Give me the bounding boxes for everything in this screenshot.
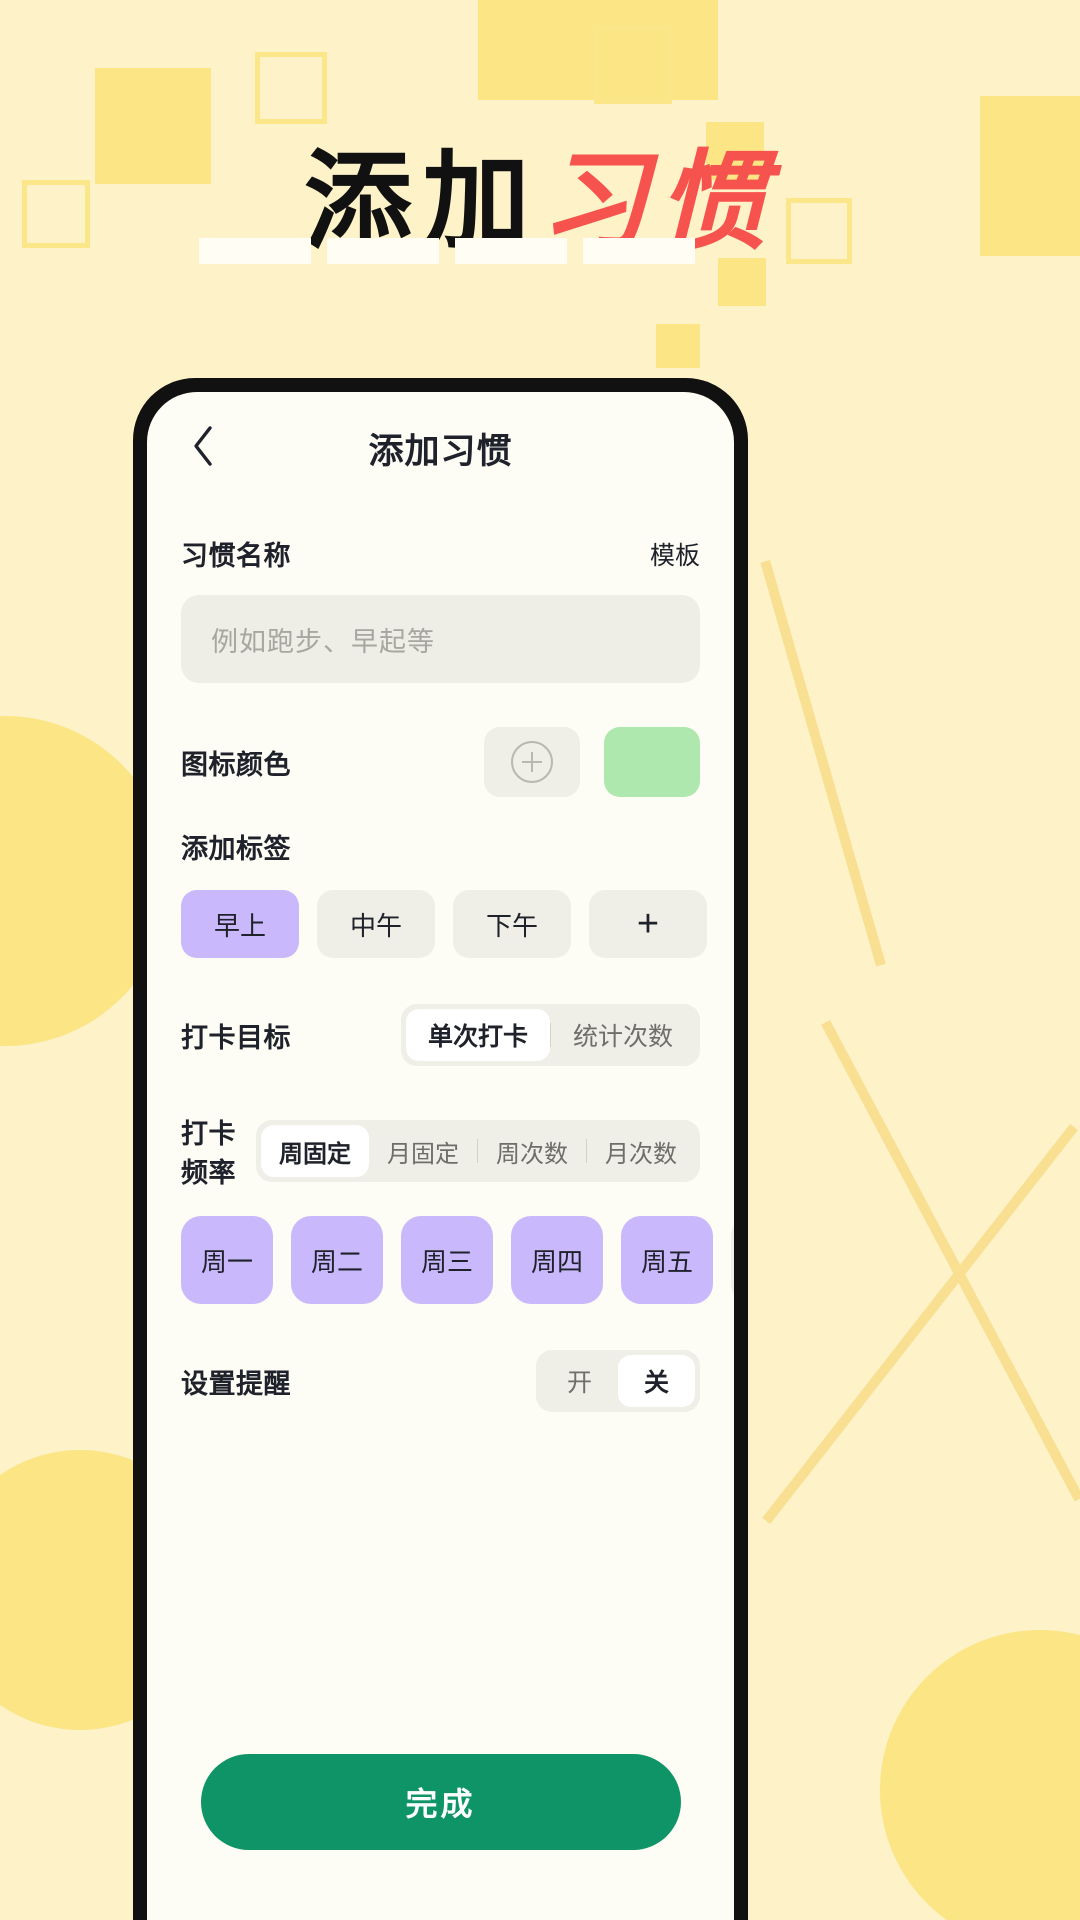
color-swatch-button[interactable] <box>604 727 700 797</box>
habit-name-input[interactable]: 例如跑步、早起等 <box>181 595 700 683</box>
reminder-label: 设置提醒 <box>181 1368 291 1399</box>
headline-underline <box>199 238 311 264</box>
deco-line <box>762 1123 1078 1525</box>
submit-button[interactable]: 完成 <box>200 1754 681 1850</box>
frequency-option-month-fixed[interactable]: 月固定 <box>369 1125 477 1177</box>
tags-label: 添加标签 <box>181 834 291 864</box>
weekday-chip[interactable]: 周一 <box>181 1216 273 1304</box>
deco-square <box>656 324 700 368</box>
add-tag-button[interactable]: + <box>589 890 707 958</box>
deco-square <box>718 258 766 306</box>
tag-chip[interactable]: 下午 <box>453 890 571 958</box>
reminder-row: 设置提醒 开 关 <box>181 1350 700 1412</box>
headline-underline <box>583 238 695 264</box>
tag-chip[interactable]: 中午 <box>317 890 435 958</box>
page-title: 添加习惯 <box>368 431 513 471</box>
icon-color-controls <box>484 727 700 797</box>
weekday-chip[interactable]: 周五 <box>621 1216 713 1304</box>
icon-color-row: 图标颜色 <box>181 727 700 797</box>
deco-circle <box>880 1630 1080 1920</box>
weekday-chip[interactable]: 周三 <box>401 1216 493 1304</box>
frequency-label: 打卡频率 <box>181 1119 236 1188</box>
weekday-chip[interactable]: 周二 <box>291 1216 383 1304</box>
app-header: 添加习惯 <box>147 392 734 504</box>
add-icon-button[interactable] <box>484 727 580 797</box>
deco-square-outline <box>255 52 327 124</box>
frequency-row: 打卡频率 周固定 月固定 周次数 月次数 <box>181 1112 700 1190</box>
goal-label: 打卡目标 <box>181 1022 291 1053</box>
habit-name-row: 习惯名称 模板 <box>181 534 700 573</box>
deco-line <box>821 1020 1080 1502</box>
reminder-toggle: 开 关 <box>535 1350 700 1412</box>
submit-area: 完成 <box>147 1754 734 1850</box>
headline-underline <box>327 238 439 264</box>
goal-segmented-control: 单次打卡 统计次数 <box>400 1004 700 1066</box>
habit-name-label: 习惯名称 <box>181 541 291 571</box>
deco-line <box>760 560 886 967</box>
habit-name-placeholder: 例如跑步、早起等 <box>211 626 435 657</box>
goal-option-count[interactable]: 统计次数 <box>551 1009 695 1061</box>
plus-circle-icon <box>511 741 553 783</box>
back-button[interactable] <box>181 424 225 473</box>
icon-color-label: 图标颜色 <box>181 749 291 780</box>
headline-underline <box>455 238 567 264</box>
frequency-option-week-count[interactable]: 周次数 <box>478 1125 586 1177</box>
tags-row: 添加标签 <box>181 827 700 866</box>
form-body: 习惯名称 模板 例如跑步、早起等 图标颜色 添加标签 早上 中午 下午 + 打卡… <box>147 534 734 1412</box>
chevron-left-icon <box>190 424 216 473</box>
poster-canvas: 添加习惯 添加习惯 习惯名称 模板 例如跑步、早起等 图标颜色 添加标签 早上 … <box>0 0 1080 1920</box>
tag-list: 早上 中午 下午 + <box>181 890 707 958</box>
goal-row: 打卡目标 单次打卡 统计次数 <box>181 1004 700 1066</box>
tag-chip[interactable]: 早上 <box>181 890 299 958</box>
weekday-chip[interactable]: 周四 <box>511 1216 603 1304</box>
frequency-option-month-count[interactable]: 月次数 <box>587 1125 695 1177</box>
deco-square-outline <box>594 26 672 104</box>
reminder-option-on[interactable]: 开 <box>541 1355 618 1407</box>
weekday-chip-list[interactable]: 周一 周二 周三 周四 周五 周六 周日 <box>181 1216 734 1304</box>
reminder-option-off[interactable]: 关 <box>617 1355 695 1407</box>
phone-frame: 添加习惯 习惯名称 模板 例如跑步、早起等 图标颜色 添加标签 早上 中午 下午… <box>133 378 748 1920</box>
frequency-option-week-fixed[interactable]: 周固定 <box>261 1125 369 1177</box>
frequency-segmented-control: 周固定 月固定 周次数 月次数 <box>256 1120 700 1182</box>
template-link[interactable]: 模板 <box>650 536 700 572</box>
goal-option-single[interactable]: 单次打卡 <box>405 1009 550 1061</box>
app-screen: 添加习惯 习惯名称 模板 例如跑步、早起等 图标颜色 添加标签 早上 中午 下午… <box>147 392 734 1920</box>
weekday-chip[interactable]: 周六 <box>731 1216 734 1304</box>
